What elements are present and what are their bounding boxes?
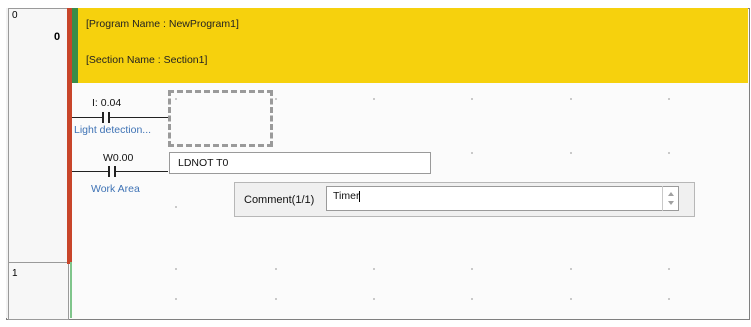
contact-no-light-detection[interactable] xyxy=(72,94,168,138)
grid-dot xyxy=(668,298,670,300)
scroll-up-icon[interactable] xyxy=(668,192,674,196)
comment-value: Timer xyxy=(333,190,360,202)
grid-dot xyxy=(175,206,177,208)
grid-dot xyxy=(373,98,375,100)
grid-dot xyxy=(275,98,277,100)
grid-dot xyxy=(668,268,670,270)
grid-dot xyxy=(275,268,277,270)
grid-dot xyxy=(275,298,277,300)
grid-dot xyxy=(471,152,473,154)
selection-cursor[interactable] xyxy=(168,90,273,147)
grid-dot xyxy=(471,268,473,270)
section-name: [Section Name : Section1] xyxy=(86,54,208,66)
rung-0-header-cell[interactable]: 0 0 xyxy=(8,8,69,264)
rung-1-header-cell[interactable]: 1 xyxy=(8,262,69,320)
comment-label: Comment(1/1) xyxy=(244,194,315,206)
grid-dot xyxy=(175,268,177,270)
grid-dot xyxy=(373,268,375,270)
rung-1-rail xyxy=(70,262,72,318)
comment-scroll[interactable] xyxy=(662,186,680,211)
rung-number: 0 xyxy=(12,10,18,21)
instruction-input[interactable]: LDNOT T0 xyxy=(169,152,431,174)
grid-dot xyxy=(373,298,375,300)
contact-no-work-area[interactable] xyxy=(72,148,168,194)
rung-number: 1 xyxy=(12,268,18,279)
grid-dot xyxy=(668,152,670,154)
grid-dot xyxy=(175,298,177,300)
rung-marker xyxy=(72,8,78,83)
grid-dot xyxy=(570,98,572,100)
grid-dot xyxy=(570,268,572,270)
grid-dot xyxy=(668,98,670,100)
grid-dot xyxy=(471,298,473,300)
grid-dot xyxy=(570,298,572,300)
text-caret xyxy=(359,190,361,202)
grid-dot xyxy=(570,152,572,154)
comment-input[interactable]: Timer xyxy=(326,186,679,211)
grid-dot xyxy=(471,98,473,100)
step-number: 0 xyxy=(54,31,61,43)
scroll-down-icon[interactable] xyxy=(668,201,674,205)
program-name: [Program Name : NewProgram1] xyxy=(86,18,239,30)
